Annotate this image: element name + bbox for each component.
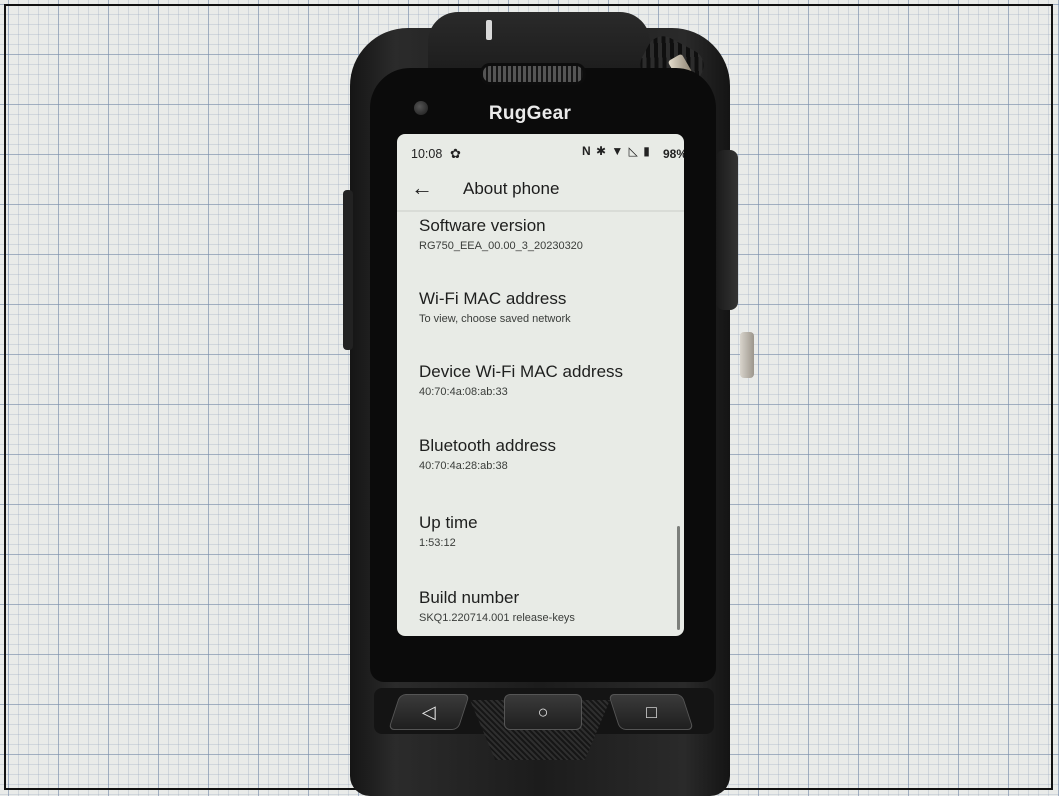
setting-item-up-time[interactable]: Up time 1:53:12 xyxy=(419,513,679,549)
side-clip xyxy=(740,332,754,378)
no-signal-icon: ◺ xyxy=(628,144,639,158)
battery-icon: ▮ xyxy=(643,144,651,158)
setting-title: Software version xyxy=(419,216,546,235)
status-time: 10:08 xyxy=(411,147,443,161)
nav-recents-button[interactable]: □ xyxy=(608,694,694,730)
page-title: About phone xyxy=(463,179,560,198)
bluetooth-icon: ✱ xyxy=(596,144,608,158)
setting-value: RG750_EEA_00.00_3_20230320 xyxy=(419,240,583,252)
setting-title: Device Wi-Fi MAC address xyxy=(419,362,624,381)
settings-gear-icon: ✿ xyxy=(450,146,461,161)
circle-home-icon: ○ xyxy=(537,701,549,722)
setting-value: To view, choose saved network xyxy=(419,313,571,325)
setting-item-device-wifi-mac[interactable]: Device Wi-Fi MAC address 40:70:4a:08:ab:… xyxy=(419,362,679,398)
left-side-key[interactable] xyxy=(343,190,353,350)
housing-marker xyxy=(486,20,492,40)
setting-item-wifi-mac[interactable]: Wi-Fi MAC address To view, choose saved … xyxy=(419,289,679,325)
front-camera xyxy=(414,101,428,115)
app-bar: ← About phone xyxy=(397,170,684,210)
phone-screen: 10:08 ✿ N ✱ ▼ ◺ ▮ 98% ← About phone Soft… xyxy=(397,134,684,636)
brand-logo: RugGear xyxy=(488,103,572,124)
setting-value: 1:53:12 xyxy=(419,537,456,549)
nav-home-button[interactable]: ○ xyxy=(504,694,582,730)
triangle-back-icon: ◁ xyxy=(422,701,436,722)
setting-value: 40:70:4a:28:ab:38 xyxy=(419,460,508,472)
setting-title: Build number xyxy=(419,588,520,607)
setting-item-bluetooth-address[interactable]: Bluetooth address 40:70:4a:28:ab:38 xyxy=(419,436,679,472)
ptt-side-key[interactable] xyxy=(716,150,738,310)
setting-title: Bluetooth address xyxy=(419,436,557,455)
setting-title: Up time xyxy=(419,513,478,532)
arrow-left-icon[interactable]: ← xyxy=(411,175,433,201)
app-bar-divider xyxy=(397,210,684,212)
nav-back-button[interactable]: ◁ xyxy=(388,694,470,730)
setting-value: SKQ1.220714.001 release-keys xyxy=(419,612,575,624)
earpiece-speaker xyxy=(480,63,586,85)
wifi-icon: ▼ xyxy=(611,144,625,158)
scrollbar[interactable] xyxy=(677,526,680,630)
setting-value: 40:70:4a:08:ab:33 xyxy=(419,386,508,398)
setting-title: Wi-Fi MAC address xyxy=(419,289,567,308)
setting-item-build-number[interactable]: Build number SKQ1.220714.001 release-key… xyxy=(419,588,679,624)
setting-item-software-version[interactable]: Software version RG750_EEA_00.00_3_20230… xyxy=(419,216,679,252)
status-bar: 10:08 ✿ N ✱ ▼ ◺ ▮ 98% xyxy=(397,134,684,170)
nfc-icon: N xyxy=(582,144,592,158)
status-icons: N ✱ ▼ ◺ ▮ xyxy=(582,144,651,158)
battery-percent: 98% xyxy=(663,147,684,161)
square-recents-icon: □ xyxy=(645,701,657,722)
